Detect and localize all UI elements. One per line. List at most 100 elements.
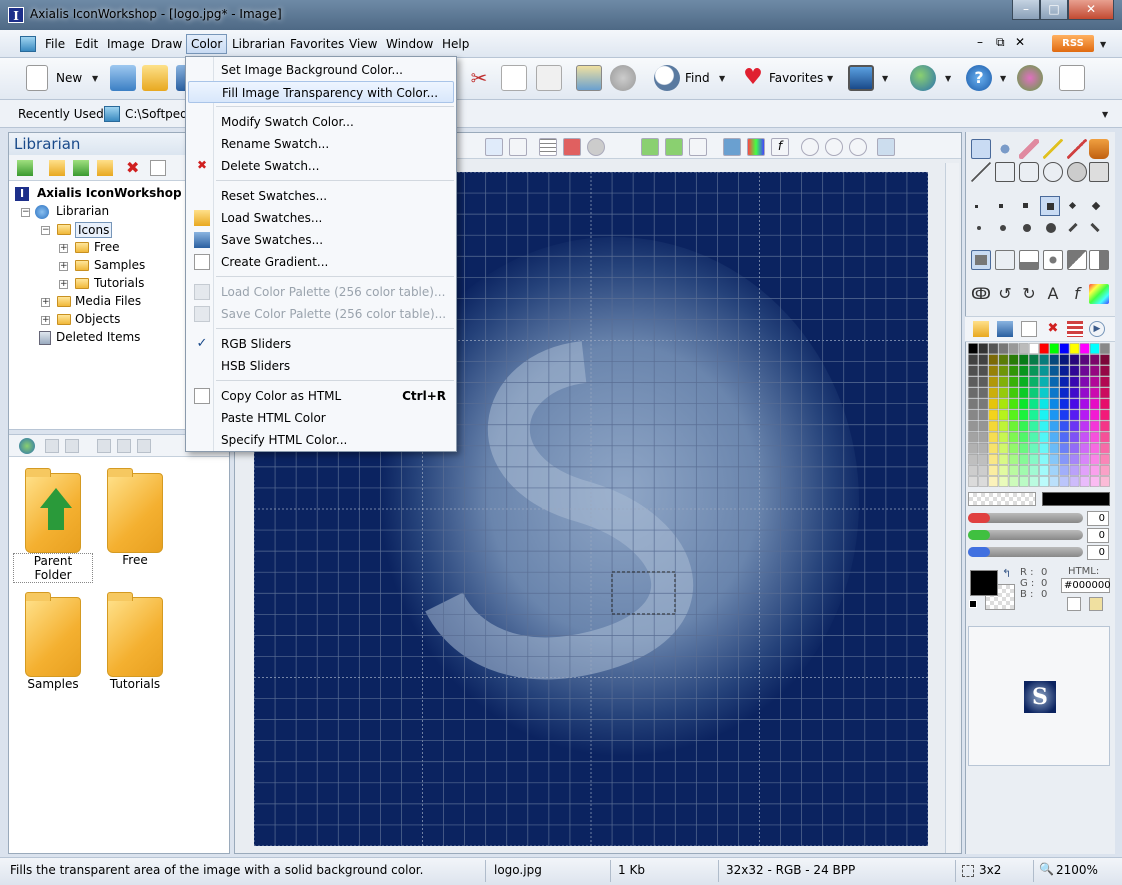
swatch-menu-icon[interactable]: ▶ [1089, 321, 1105, 337]
palette-swatch[interactable] [1039, 476, 1049, 487]
palette-swatch[interactable] [1100, 431, 1110, 443]
palette-swatch[interactable] [1049, 387, 1059, 399]
tree-item-samples[interactable]: Samples [94, 258, 145, 272]
palette-swatch[interactable] [968, 376, 978, 388]
menu-item-modify-swatch[interactable]: Modify Swatch Color... [188, 111, 454, 133]
palette-swatch[interactable] [1100, 409, 1110, 421]
palette-swatch[interactable] [1100, 420, 1110, 432]
tree-item-tutorials[interactable]: Tutorials [94, 276, 144, 290]
transparency-icon[interactable] [563, 138, 581, 156]
tree-expander[interactable]: + [59, 244, 68, 253]
ellipse-tool-icon[interactable] [1043, 162, 1063, 182]
palette-swatch[interactable] [1059, 420, 1070, 432]
palette-swatch[interactable] [1100, 465, 1110, 476]
palette-swatch[interactable] [1039, 442, 1049, 454]
palette-swatch[interactable] [1029, 376, 1039, 388]
add-icon[interactable] [97, 439, 111, 453]
fill-mode-radial[interactable] [1043, 250, 1063, 270]
blue-slider[interactable] [968, 547, 1083, 557]
tree-expander[interactable]: − [21, 208, 30, 217]
green-value-field[interactable]: 0 [1087, 528, 1109, 543]
palette-swatch[interactable] [978, 409, 988, 421]
palette-swatch[interactable] [1049, 409, 1059, 421]
palette-swatch[interactable] [1059, 365, 1070, 376]
palette-swatch[interactable] [1079, 354, 1090, 365]
palette-swatch[interactable] [1019, 343, 1029, 354]
mdi-close-button[interactable]: ✕ [1015, 35, 1025, 49]
up-folder-icon[interactable] [17, 160, 33, 176]
palette-swatch[interactable] [1090, 398, 1100, 410]
palette-swatch[interactable] [1090, 354, 1100, 365]
palette-swatch[interactable] [968, 343, 978, 354]
palette-swatch[interactable] [1039, 365, 1049, 376]
brush-round-4[interactable] [1046, 223, 1056, 233]
palette-swatch[interactable] [978, 442, 988, 454]
palette-swatch[interactable] [988, 420, 999, 432]
palette-swatch[interactable] [988, 454, 999, 465]
palette-swatch[interactable] [978, 465, 988, 476]
palette-swatch[interactable] [1100, 476, 1110, 487]
color-replace-icon[interactable] [1089, 284, 1109, 304]
zoom-in-icon[interactable] [801, 138, 819, 156]
palette-swatch[interactable] [1059, 387, 1070, 399]
palette-swatch[interactable] [1069, 465, 1080, 476]
palette-swatch[interactable] [1039, 343, 1049, 354]
tree-item-librarian[interactable]: Librarian [56, 204, 109, 218]
palette-swatch[interactable] [1079, 343, 1090, 354]
palette-swatch[interactable] [1029, 354, 1039, 365]
palette-swatch[interactable] [1079, 476, 1090, 487]
inverse-color-swatch[interactable] [1042, 492, 1110, 506]
palette-swatch[interactable] [1039, 454, 1049, 465]
delete-icon[interactable]: ✖ [126, 158, 139, 177]
palette-swatch[interactable] [1069, 454, 1080, 465]
menu-favorites[interactable]: Favorites [290, 37, 344, 51]
favorites-heart-icon[interactable]: ♥ [740, 65, 766, 91]
palette-swatch[interactable] [1019, 376, 1029, 388]
palette-swatch[interactable] [1059, 409, 1070, 421]
menu-item-save-swatches[interactable]: Save Swatches... [188, 229, 454, 251]
palette-swatch[interactable] [1079, 420, 1090, 432]
palette-swatch[interactable] [1019, 387, 1029, 399]
palette-swatch[interactable] [1019, 365, 1029, 376]
brush-size-2[interactable] [999, 204, 1003, 208]
palette-swatch[interactable] [1100, 343, 1110, 354]
palette-swatch[interactable] [998, 398, 1009, 410]
palette-swatch[interactable] [978, 343, 988, 354]
palette-swatch[interactable] [1008, 476, 1019, 487]
color-adjust-icon[interactable] [747, 138, 765, 156]
palette-swatch[interactable] [988, 387, 999, 399]
menu-item-reset-swatches[interactable]: Reset Swatches... [188, 185, 454, 207]
line-tool-icon[interactable] [971, 162, 991, 182]
menu-librarian[interactable]: Librarian [232, 37, 285, 51]
tutorials-folder-thumbnail[interactable] [107, 592, 163, 677]
palette-swatch[interactable] [968, 398, 978, 410]
fill-mode-outline[interactable] [995, 250, 1015, 270]
blue-value-field[interactable]: 0 [1087, 545, 1109, 560]
find-icon[interactable] [654, 65, 680, 91]
palette-swatch[interactable] [1100, 398, 1110, 410]
brush-size-1[interactable] [975, 205, 978, 208]
palette-swatch[interactable] [1019, 431, 1029, 443]
palette-swatch[interactable] [1100, 442, 1110, 454]
find-button-label[interactable]: Find [685, 71, 710, 85]
menu-item-paste-html-color[interactable]: Paste HTML Color [188, 407, 454, 429]
palette-swatch[interactable] [988, 354, 999, 365]
red-slider[interactable] [968, 513, 1083, 523]
add-item-icon[interactable] [73, 160, 89, 176]
swatch-list-icon[interactable] [1067, 321, 1083, 337]
palette-swatch[interactable] [978, 454, 988, 465]
rounded-rect-tool-icon[interactable] [1019, 162, 1039, 182]
tree-item-deleted-items[interactable]: Deleted Items [56, 330, 140, 344]
vertical-scrollbar[interactable] [945, 163, 959, 853]
load-swatches-icon[interactable] [973, 321, 989, 337]
paste-icon[interactable] [65, 439, 79, 453]
palette-swatch[interactable] [1019, 454, 1029, 465]
paste-html-color-icon[interactable] [1089, 597, 1103, 611]
document-icon[interactable] [20, 36, 36, 52]
menu-item-save-color-palette[interactable]: Save Color Palette (256 color table)... [188, 303, 454, 325]
transparent-color-swatch[interactable] [968, 492, 1036, 506]
settings-gear-icon[interactable] [610, 65, 636, 91]
palette-swatch[interactable] [1090, 387, 1100, 399]
palette-swatch[interactable] [1029, 409, 1039, 421]
palette-swatch[interactable] [1069, 354, 1080, 365]
